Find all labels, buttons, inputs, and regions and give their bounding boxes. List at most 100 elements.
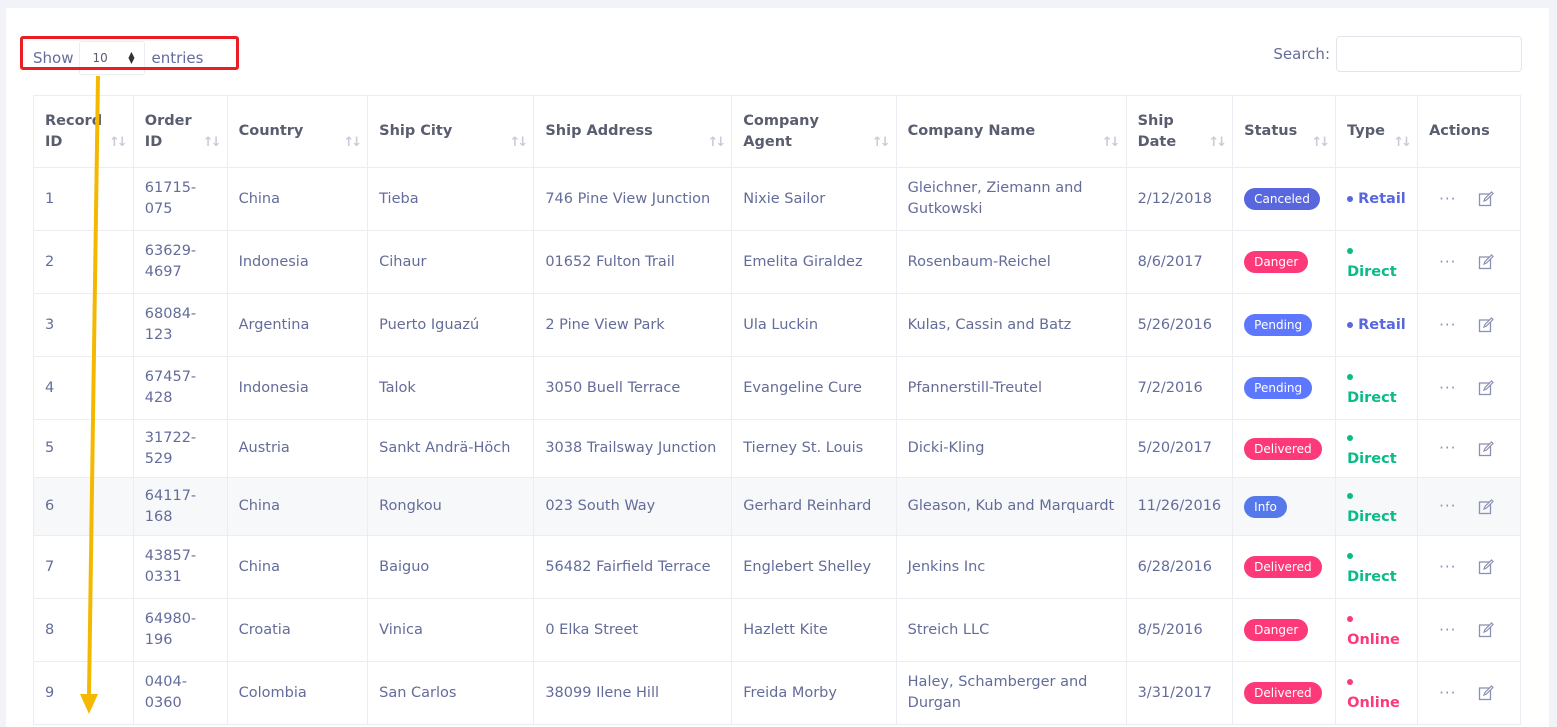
cell-agent: Hazlett Kite [731,598,897,662]
cell-ship-date: 5/26/2016 [1125,293,1234,357]
column-header-country[interactable]: Country ↑↓ [226,95,369,168]
type-dot-icon [1347,434,1354,441]
column-header-company-name[interactable]: Company Name ↑↓ [895,95,1127,168]
cell-record-id: 4 [33,356,134,420]
table-row[interactable]: 8 64980-196 Croatia Vinica 0 Elka Street Hazl… [33,598,1521,662]
table-row[interactable]: 6 64117-168 China Rongkou 023 South Way Gerha… [33,477,1521,536]
column-header-type[interactable]: Type ↑↓ [1335,95,1419,168]
table-row[interactable]: 2 63629-4697 Indonesia Cihaur 01652 Fulton T… [33,230,1521,294]
cell-record-id: 2 [33,230,134,294]
table-header-row: Record ID ↑↓ Order ID ↑↓ Country ↑↓ Ship City ↑↓ S… [33,95,1521,168]
cell-ship-city: Puerto Iguazú [367,293,535,357]
sort-icon[interactable]: ↑↓ [1393,132,1412,153]
status-badge: Pending [1244,314,1313,336]
sort-icon[interactable]: ↑↓ [510,132,529,153]
cell-status: Delivered [1232,535,1337,599]
column-header-record-id[interactable]: Record ID ↑↓ [33,95,134,168]
status-badge: Delivered [1244,437,1322,460]
cell-country: China [226,167,369,231]
more-horizontal-icon[interactable]: ··· [1439,378,1456,399]
cell-type: Online [1335,598,1419,662]
annotation-highlight-box [20,36,239,70]
column-header-order-id[interactable]: Order ID ↑↓ [132,95,228,168]
cell-company: Pfannerstill-Treutel [895,356,1127,420]
cell-ship-date: 8/5/2016 [1125,598,1234,662]
cell-order-id: 61715-075 [132,167,228,231]
cell-company: Rosenbaum-Reichel [895,230,1127,294]
more-horizontal-icon[interactable]: ··· [1439,189,1456,210]
cell-ship-address: 746 Pine View Junction [533,167,733,231]
type-label: Direct [1347,488,1397,525]
cell-company: Gleason, Kub and Marquardt [895,477,1127,536]
table-row[interactable]: 5 31722-529 Austria Sankt Andrä-Höch 3038 Tr… [33,419,1521,478]
sort-icon[interactable]: ↑↓ [1311,132,1330,153]
cell-company: Haley, Schamberger and Durgan [895,661,1127,725]
cell-country: Indonesia [226,356,369,420]
edit-icon[interactable] [1478,191,1495,207]
table-row[interactable]: 3 68084-123 Argentina Puerto Iguazú 2 Pine V… [33,293,1521,357]
column-header-ship-address[interactable]: Ship Address ↑↓ [533,95,733,168]
cell-order-id: 68084-123 [132,293,228,357]
row-actions: ··· [1429,378,1509,399]
sort-icon[interactable]: ↑↓ [203,132,222,153]
more-horizontal-icon[interactable]: ··· [1439,496,1456,517]
table-row[interactable]: 4 67457-428 Indonesia Talok 3050 Buell Terra… [33,356,1521,420]
cell-type: Direct [1335,477,1419,536]
cell-status: Pending [1232,293,1337,357]
sort-icon[interactable]: ↑↓ [1208,132,1227,153]
cell-ship-address: 023 South Way [533,477,733,536]
cell-type: Direct [1335,356,1419,420]
edit-icon[interactable] [1478,559,1495,575]
edit-icon[interactable] [1478,317,1495,333]
status-badge: Delivered [1244,682,1322,704]
more-horizontal-icon[interactable]: ··· [1439,252,1456,273]
column-header-actions[interactable]: Actions [1417,95,1521,168]
status-badge: Danger [1244,619,1309,641]
table-row[interactable]: 9 0404-0360 Colombia San Carlos 38099 Ilene … [33,661,1521,725]
edit-icon[interactable] [1478,254,1495,270]
cell-company: Dicki-Kling [895,419,1127,478]
cell-company: Gleichner, Ziemann and Gutkowski [895,167,1127,231]
more-horizontal-icon[interactable]: ··· [1439,438,1456,459]
type-label: Online [1347,674,1400,711]
search-label: Search: [1273,45,1330,63]
edit-icon[interactable] [1478,380,1495,396]
edit-icon[interactable] [1478,440,1495,457]
more-horizontal-icon[interactable]: ··· [1439,315,1456,336]
column-header-company-agent[interactable]: Company Agent ↑↓ [731,95,897,168]
type-label: Direct [1347,430,1397,467]
type-dot-icon [1347,248,1354,254]
row-actions: ··· [1429,438,1509,459]
column-header-label: Actions [1429,123,1490,139]
column-header-status[interactable]: Status ↑↓ [1232,95,1337,168]
status-badge: Info [1244,495,1287,518]
edit-icon[interactable] [1478,498,1495,515]
column-header-label: Company Name [907,123,1036,139]
type-dot-icon [1347,374,1354,380]
column-header-ship-city[interactable]: Ship City ↑↓ [367,95,535,168]
column-header-label: ID [45,133,63,150]
table-row[interactable]: 7 43857-0331 China Baiguo 56482 Fairfield Te… [33,535,1521,599]
cell-ship-date: 5/20/2017 [1125,419,1234,478]
sort-icon[interactable]: ↑↓ [1102,132,1121,153]
type-label: Direct [1347,369,1397,406]
column-header-ship-date[interactable]: Ship Date ↑↓ [1125,95,1234,168]
sort-icon[interactable]: ↑↓ [343,132,362,153]
column-header-label: Agent [743,133,792,150]
edit-icon[interactable] [1478,685,1495,701]
cell-ship-city: Rongkou [367,477,535,536]
sort-icon[interactable]: ↑↓ [109,132,128,153]
column-header-label: ID [144,133,163,150]
sort-icon[interactable]: ↑↓ [707,132,726,153]
sort-icon[interactable]: ↑↓ [872,132,891,153]
cell-ship-address: 56482 Fairfield Terrace [533,535,733,599]
search-input[interactable] [1336,36,1522,72]
more-horizontal-icon[interactable]: ··· [1439,557,1456,578]
edit-icon[interactable] [1478,622,1495,638]
table-row[interactable]: 1 61715-075 China Tieba 746 Pine View Juncti… [33,167,1521,231]
more-horizontal-icon[interactable]: ··· [1439,683,1456,704]
cell-status: Danger [1232,598,1337,662]
cell-record-id: 5 [33,419,134,478]
more-horizontal-icon[interactable]: ··· [1439,620,1456,641]
row-actions: ··· [1429,683,1509,704]
